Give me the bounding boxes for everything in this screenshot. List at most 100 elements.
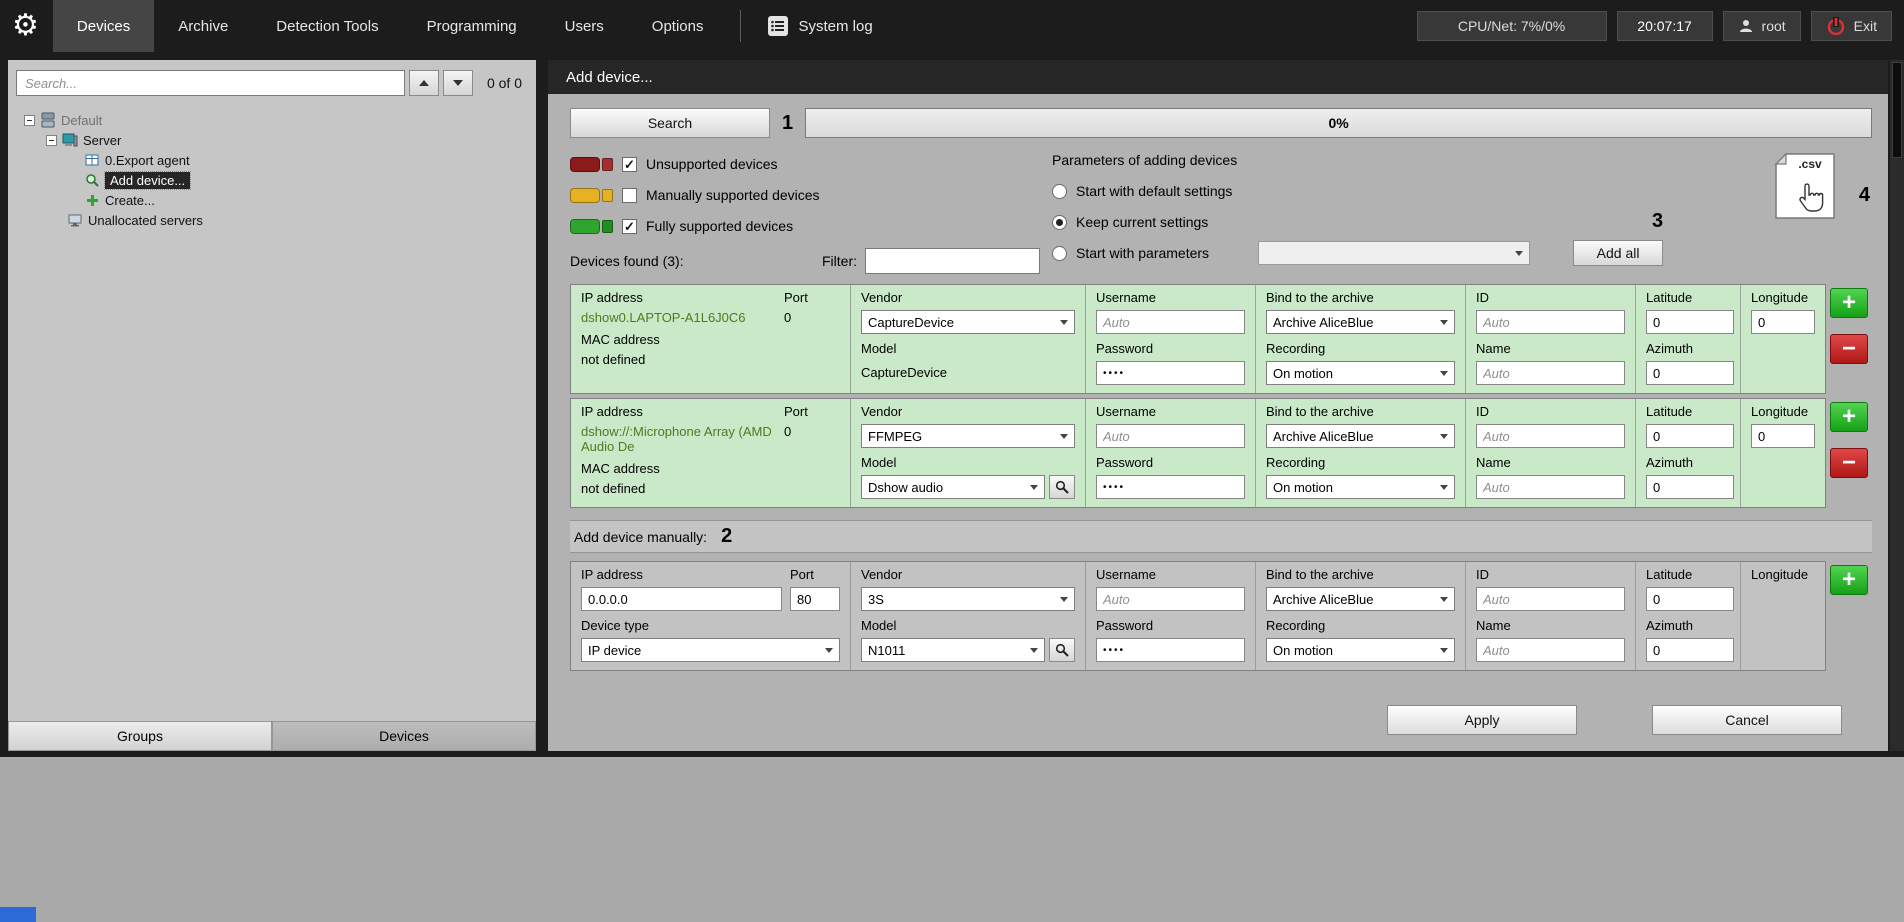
tree-item-unallocated-servers[interactable]: Unallocated servers: [12, 210, 532, 230]
name-input[interactable]: [1476, 638, 1625, 662]
vendor-label: Vendor: [861, 404, 1075, 420]
tab-programming[interactable]: Programming: [403, 0, 541, 52]
ip-input[interactable]: [581, 587, 782, 611]
search-next-button[interactable]: [443, 70, 473, 96]
tree-label: Create...: [105, 193, 155, 208]
radio-button[interactable]: [1052, 246, 1067, 261]
cell-archive: Bind to the archive Archive AliceBlue Re…: [1256, 562, 1466, 670]
recording-select[interactable]: On motion: [1266, 475, 1455, 499]
manual-section-label: Add device manually:: [574, 529, 707, 545]
latitude-input[interactable]: [1646, 424, 1734, 448]
filter-input[interactable]: [865, 248, 1040, 274]
azimuth-input[interactable]: [1646, 475, 1734, 499]
cell-identity: ID Name: [1466, 285, 1636, 393]
search-devices-button[interactable]: Search: [570, 108, 770, 138]
device-mac: not defined: [581, 352, 840, 367]
parameters-title: Parameters of adding devices: [1052, 152, 1752, 172]
tab-options[interactable]: Options: [628, 0, 728, 52]
devices-found-row: Devices found (3): Filter:: [570, 248, 1040, 274]
tab-devices[interactable]: Devices: [53, 0, 154, 52]
name-input[interactable]: [1476, 361, 1625, 385]
remove-device-button[interactable]: −: [1830, 334, 1868, 364]
model-select[interactable]: N1011: [861, 638, 1045, 662]
system-log-button[interactable]: System log: [753, 15, 887, 37]
tree-item-server[interactable]: Server: [12, 130, 532, 150]
tree-item-add-device[interactable]: Add device...: [12, 170, 532, 190]
vendor-select[interactable]: CaptureDevice: [861, 310, 1075, 334]
username-input[interactable]: [1096, 424, 1245, 448]
add-all-button[interactable]: Add all: [1573, 240, 1663, 266]
id-input[interactable]: [1476, 424, 1625, 448]
filter-manually-supported: Manually supported devices: [570, 183, 1040, 207]
collapse-icon[interactable]: [46, 135, 57, 146]
user-badge[interactable]: root: [1723, 11, 1801, 41]
system-log-label: System log: [799, 18, 873, 35]
search-prev-button[interactable]: [409, 70, 439, 96]
azimuth-label: Azimuth: [1646, 618, 1730, 634]
manually-supported-checkbox[interactable]: [622, 188, 637, 203]
exit-button[interactable]: Exit: [1811, 11, 1892, 41]
password-input[interactable]: [1096, 361, 1245, 385]
device-ip: dshow://:Microphone Array (AMD Audio De: [581, 424, 778, 454]
tree-search-input[interactable]: [16, 70, 405, 96]
cpu-net-badge[interactable]: CPU/Net: 7%/0%: [1417, 11, 1607, 41]
unsupported-checkbox[interactable]: ✓: [622, 157, 637, 172]
apply-button[interactable]: Apply: [1387, 705, 1577, 735]
add-device-button[interactable]: +: [1830, 565, 1868, 595]
name-input[interactable]: [1476, 475, 1625, 499]
vendor-select[interactable]: FFMPEG: [861, 424, 1075, 448]
device-type-select[interactable]: IP device: [581, 638, 840, 662]
port-label: Port: [784, 290, 840, 306]
page-title: Add device...: [548, 60, 1888, 94]
tree-item-export-agent[interactable]: 0.Export agent: [12, 150, 532, 170]
password-input[interactable]: [1096, 638, 1245, 662]
tree-item-default[interactable]: Default: [12, 110, 532, 130]
tab-archive[interactable]: Archive: [154, 0, 252, 52]
longitude-input[interactable]: [1751, 424, 1815, 448]
user-icon: [1738, 18, 1754, 34]
add-device-button[interactable]: +: [1830, 402, 1868, 432]
id-label: ID: [1476, 567, 1625, 583]
model-select[interactable]: Dshow audio: [861, 475, 1045, 499]
chevron-down-icon: [1440, 371, 1448, 376]
model-search-button[interactable]: [1049, 475, 1075, 499]
scrollbar-thumb[interactable]: [1892, 62, 1902, 158]
latitude-input[interactable]: [1646, 587, 1734, 611]
vendor-select[interactable]: 3S: [861, 587, 1075, 611]
id-input[interactable]: [1476, 310, 1625, 334]
id-input[interactable]: [1476, 587, 1625, 611]
recording-select[interactable]: On motion: [1266, 361, 1455, 385]
export-csv-button[interactable]: .csv: [1768, 152, 1842, 227]
parameters-select[interactable]: [1258, 241, 1530, 265]
fully-supported-checkbox[interactable]: ✓: [622, 219, 637, 234]
archive-select[interactable]: Archive AliceBlue: [1266, 424, 1455, 448]
tree-item-create[interactable]: Create...: [12, 190, 532, 210]
found-device-row: IP address Port dshow://:Microphone Arra…: [570, 398, 1872, 508]
username-input[interactable]: [1096, 587, 1245, 611]
radio-button[interactable]: [1052, 215, 1067, 230]
latitude-label: Latitude: [1646, 404, 1730, 420]
radio-button[interactable]: [1052, 184, 1067, 199]
settings-gear-icon[interactable]: ⚙: [12, 11, 39, 41]
azimuth-input[interactable]: [1646, 638, 1734, 662]
azimuth-input[interactable]: [1646, 361, 1734, 385]
tab-devices-bottom[interactable]: Devices: [272, 721, 536, 751]
add-device-button[interactable]: +: [1830, 288, 1868, 318]
vertical-scrollbar[interactable]: [1890, 60, 1904, 751]
port-input[interactable]: [790, 587, 840, 611]
tab-detection-tools[interactable]: Detection Tools: [252, 0, 402, 52]
row-actions: + −: [1826, 284, 1872, 364]
tab-groups[interactable]: Groups: [8, 721, 272, 751]
password-input[interactable]: [1096, 475, 1245, 499]
cancel-button[interactable]: Cancel: [1652, 705, 1842, 735]
latitude-input[interactable]: [1646, 310, 1734, 334]
remove-device-button[interactable]: −: [1830, 448, 1868, 478]
username-input[interactable]: [1096, 310, 1245, 334]
archive-select[interactable]: Archive AliceBlue: [1266, 587, 1455, 611]
recording-select[interactable]: On motion: [1266, 638, 1455, 662]
archive-select[interactable]: Archive AliceBlue: [1266, 310, 1455, 334]
longitude-input[interactable]: [1751, 310, 1815, 334]
model-search-button[interactable]: [1049, 638, 1075, 662]
tab-users[interactable]: Users: [541, 0, 628, 52]
collapse-icon[interactable]: [24, 115, 35, 126]
